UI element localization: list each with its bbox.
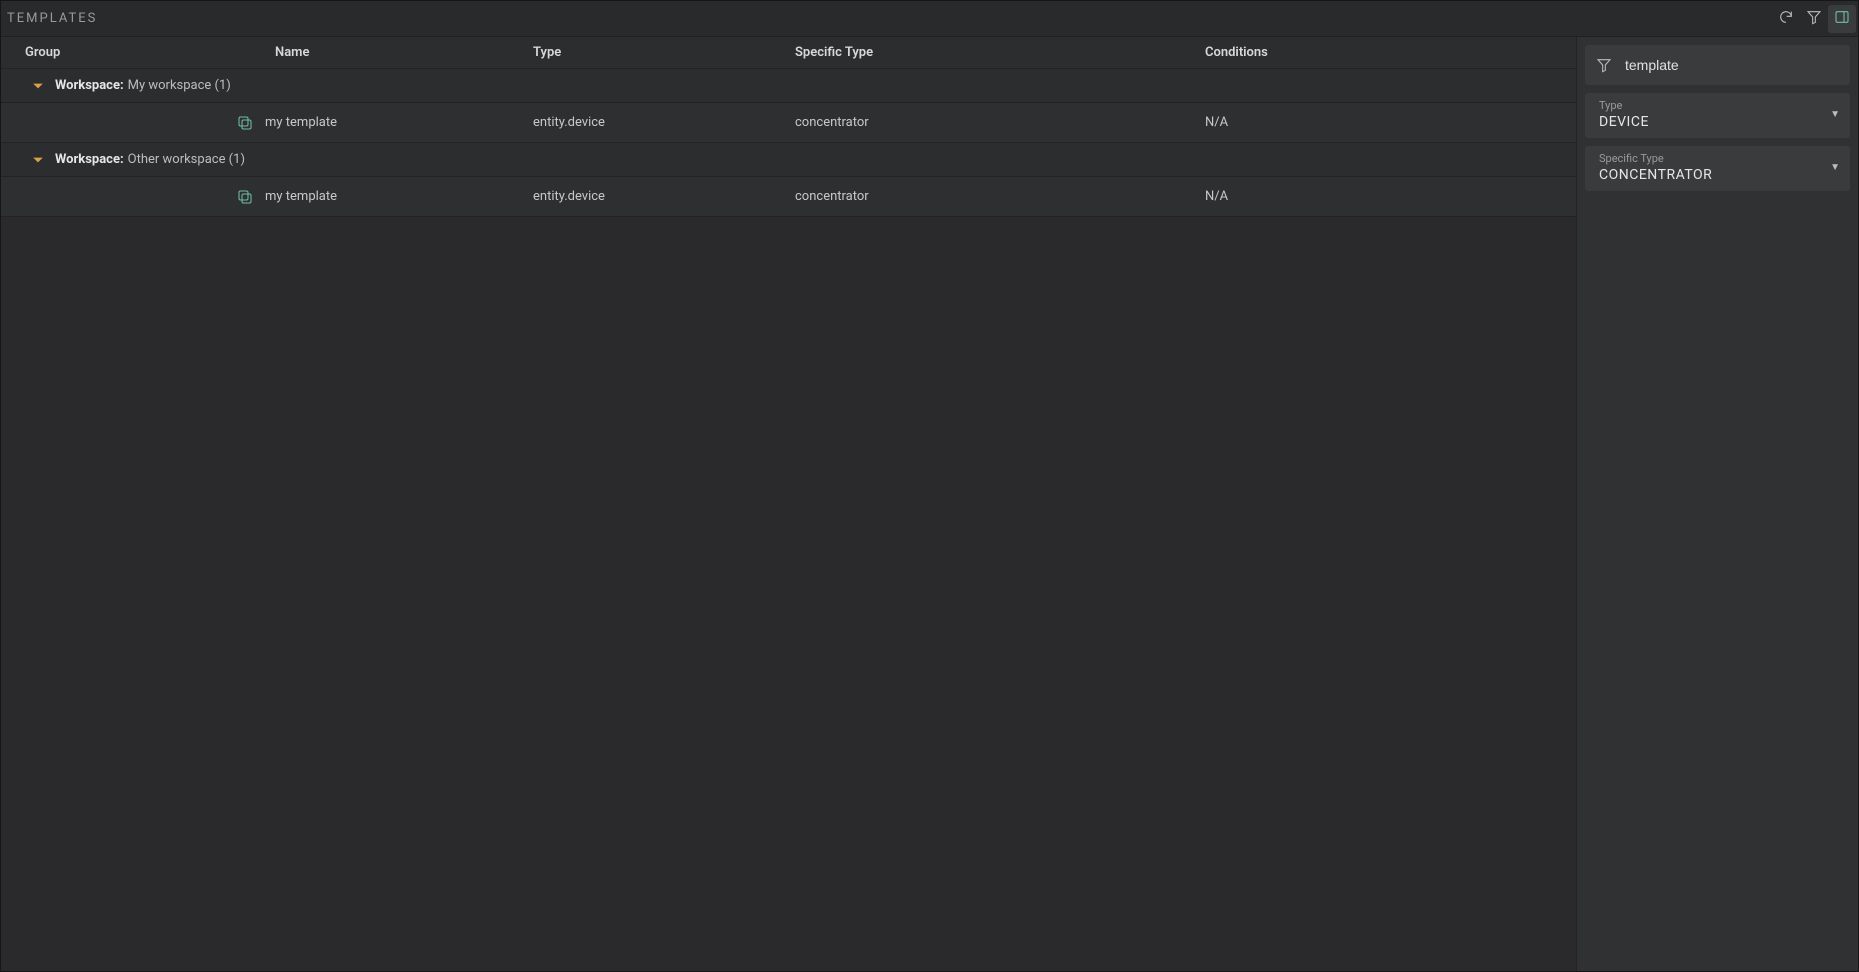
- panel-title: TEMPLATES: [5, 11, 1772, 26]
- column-header-type[interactable]: Type: [533, 45, 795, 60]
- template-icon: [235, 113, 255, 133]
- filter-panel: Type DEVICE ▼ Specific Type CONCENTRATOR…: [1576, 37, 1858, 971]
- column-header-group[interactable]: Group: [25, 45, 275, 60]
- chevron-down-icon: [31, 79, 45, 93]
- table-header: Group Name Type Specific Type Conditions: [1, 37, 1576, 69]
- refresh-icon: [1778, 9, 1794, 29]
- filter-icon: [1806, 9, 1822, 29]
- filter-specific-type-value: CONCENTRATOR: [1599, 167, 1824, 183]
- panel-header: TEMPLATES: [1, 1, 1858, 37]
- group-label-name: Other workspace (1): [128, 152, 245, 167]
- group-label-name: My workspace (1): [128, 78, 231, 93]
- caret-down-icon: ▼: [1824, 162, 1840, 173]
- row-specific-type: concentrator: [795, 115, 1205, 130]
- filter-type-label: Type: [1599, 99, 1824, 112]
- table-row[interactable]: my template entity.device concentrator N…: [1, 103, 1576, 143]
- toggle-side-panel-button[interactable]: [1828, 5, 1856, 33]
- group-row[interactable]: Workspace: My workspace (1): [1, 69, 1576, 103]
- table-row[interactable]: my template entity.device concentrator N…: [1, 177, 1576, 217]
- filter-type-select[interactable]: Type DEVICE ▼: [1585, 93, 1850, 138]
- filter-icon: [1595, 56, 1613, 74]
- row-type: entity.device: [533, 189, 795, 204]
- panel-toggle-icon: [1834, 9, 1850, 29]
- panel-body: Group Name Type Specific Type Conditions…: [1, 37, 1858, 971]
- row-conditions: N/A: [1205, 115, 1576, 130]
- column-header-conditions[interactable]: Conditions: [1205, 45, 1568, 60]
- filter-button[interactable]: [1800, 5, 1828, 33]
- row-conditions: N/A: [1205, 189, 1576, 204]
- row-type: entity.device: [533, 115, 795, 130]
- group-label-prefix: Workspace:: [55, 152, 124, 167]
- filter-type-value: DEVICE: [1599, 114, 1824, 130]
- filter-search-input[interactable]: [1625, 57, 1840, 73]
- column-header-specific-type[interactable]: Specific Type: [795, 45, 1205, 60]
- templates-list: Group Name Type Specific Type Conditions…: [1, 37, 1576, 971]
- chevron-down-icon: [31, 153, 45, 167]
- refresh-button[interactable]: [1772, 5, 1800, 33]
- group-label-prefix: Workspace:: [55, 78, 124, 93]
- templates-panel: TEMPLATES Group Name Type Specific Type: [0, 0, 1859, 972]
- caret-down-icon: ▼: [1824, 109, 1840, 120]
- group-row[interactable]: Workspace: Other workspace (1): [1, 143, 1576, 177]
- filter-specific-type-select[interactable]: Specific Type CONCENTRATOR ▼: [1585, 146, 1850, 191]
- row-specific-type: concentrator: [795, 189, 1205, 204]
- column-header-name[interactable]: Name: [275, 45, 533, 60]
- filter-search[interactable]: [1585, 45, 1850, 85]
- row-name: my template: [265, 115, 337, 130]
- template-icon: [235, 187, 255, 207]
- filter-specific-type-label: Specific Type: [1599, 152, 1824, 165]
- row-name: my template: [265, 189, 337, 204]
